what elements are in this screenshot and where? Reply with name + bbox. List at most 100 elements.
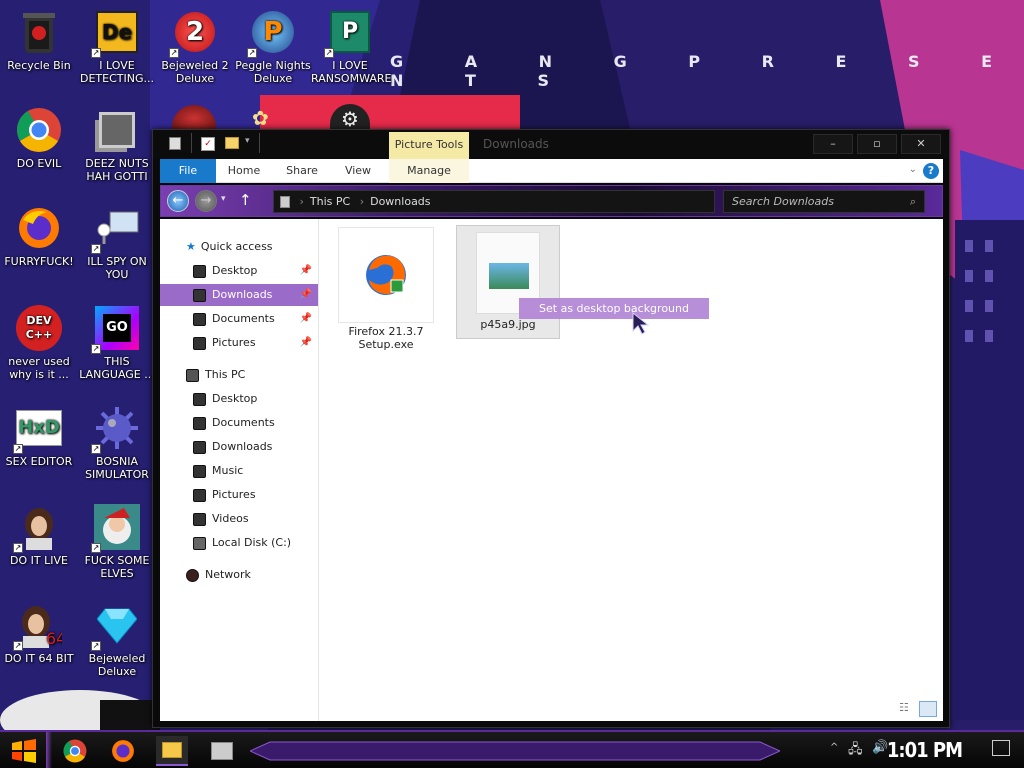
desktop-icon-bosnia[interactable]: ↗ BOSNIA SIMULATOR [78, 404, 156, 481]
close-button[interactable]: ✕ [901, 134, 941, 154]
clock[interactable]: 1:01 PM [887, 738, 963, 762]
properties-icon[interactable]: ✓ [201, 137, 215, 151]
network-tray-icon[interactable]: 🖧 [848, 740, 863, 762]
tab-manage[interactable]: Manage [389, 159, 469, 183]
nav-pc-documents[interactable]: Documents [193, 412, 275, 434]
nav-quick-access[interactable]: ★ Quick access [186, 236, 316, 258]
new-folder-icon[interactable] [225, 137, 239, 149]
desktop-icon-64bit[interactable]: 64 ↗ DO IT 64 BIT [0, 601, 78, 665]
nav-pc-local-disk[interactable]: Local Disk (C:) [193, 532, 291, 554]
remote-desktop-icon [97, 211, 139, 244]
start-icon [12, 739, 36, 763]
details-view-icon[interactable]: ☷ [899, 701, 915, 715]
desktop-icon-label: SEX EDITOR [5, 455, 73, 468]
up-arrow-icon[interactable]: ↑ [239, 191, 252, 209]
photos-icon [211, 742, 233, 760]
taskbar-file-explorer[interactable] [156, 736, 188, 766]
pin-icon: 📌 [299, 313, 312, 324]
start-button[interactable] [8, 736, 40, 766]
desktop-icon-recycle-bin[interactable]: Recycle Bin [0, 8, 78, 72]
taskbar-firefox[interactable] [107, 736, 139, 766]
star-icon: ★ [186, 240, 196, 253]
nav-pc-videos[interactable]: Videos [193, 508, 249, 530]
desktop-icon-deez-nuts[interactable]: DEEZ NUTS HAH GOTTI [78, 106, 156, 183]
breadcrumb-downloads[interactable]: Downloads [370, 195, 430, 208]
desktop-folder-icon [193, 392, 206, 406]
desktop-icon-peggle[interactable]: P ↗ Peggle Nights Deluxe [234, 8, 312, 85]
nav-label: Desktop [212, 264, 258, 277]
nav-network[interactable]: Network [186, 564, 251, 586]
file-item-selected[interactable]: p45a9.jpg [456, 225, 560, 339]
taskbar-photos[interactable] [206, 736, 238, 766]
search-input[interactable]: Search Downloads ⌕ [723, 190, 925, 213]
desktop-icon-bejeweled[interactable]: ↗ Bejeweled Deluxe [78, 601, 156, 678]
show-hidden-icons[interactable]: ^ [830, 742, 838, 753]
desktop-icon-bejeweled-2[interactable]: 2 ↗ Bejeweled 2 Deluxe [156, 8, 234, 85]
breadcrumb-separator: › [359, 195, 365, 208]
nav-qa-desktop[interactable]: Desktop 📌 [160, 260, 318, 282]
expand-ribbon-icon[interactable]: ⌄ [909, 164, 917, 175]
maximize-button[interactable]: ▫ [857, 134, 897, 154]
desktop-icon-ransomware[interactable]: P ↗ I LOVE RANSOMWARE [311, 8, 391, 85]
quick-access-dropdown-icon[interactable]: ▾ [245, 136, 250, 146]
taskbar-decoration [250, 741, 780, 761]
help-icon[interactable]: ? [923, 163, 939, 179]
content-area: ★ Quick access Desktop 📌 Downloads 📌 Docume… [160, 219, 943, 721]
navigation-pane: ★ Quick access Desktop 📌 Downloads 📌 Docume… [160, 219, 319, 721]
notifications-icon[interactable] [992, 740, 1010, 756]
forward-button[interactable]: → [195, 190, 217, 212]
desktop-icon-label: ILL SPY ON YOU [87, 255, 147, 281]
desktop-icon-go[interactable]: GO ↗ THIS LANGUAGE ... [78, 304, 156, 381]
svg-text:64: 64 [46, 629, 62, 648]
set-desktop-background-menu-item[interactable]: Set as desktop background [519, 298, 709, 319]
desktop-icon-furryfuck[interactable]: FURRYFUCK! [0, 204, 78, 268]
desktop-icon-label: Bejeweled Deluxe [88, 652, 146, 678]
desktop-icon-detecting[interactable]: De ↗ I LOVE DETECTING... [78, 8, 156, 85]
nav-label: Music [212, 464, 244, 477]
nav-pc-desktop[interactable]: Desktop [193, 388, 257, 410]
search-icon: ⌕ [909, 195, 916, 208]
nav-qa-documents[interactable]: Documents 📌 [160, 308, 318, 330]
taskbar-chrome[interactable] [59, 736, 91, 766]
pictures-folder-icon [193, 336, 206, 350]
recent-locations-icon[interactable]: ▾ [221, 194, 226, 204]
nav-this-pc[interactable]: This PC [186, 364, 316, 386]
back-button[interactable]: ← [167, 190, 189, 212]
nav-pc-pictures[interactable]: Pictures [193, 484, 256, 506]
tab-share[interactable]: Share [278, 159, 326, 183]
chrome-icon [17, 108, 61, 152]
publisher-icon: P [330, 11, 370, 53]
file-item[interactable]: Firefox 21.3.7 Setup.exe [338, 227, 434, 351]
nav-label: Desktop [212, 392, 258, 405]
pictures-folder-icon [193, 488, 206, 502]
firefox-icon [19, 208, 59, 248]
explorer-icon [169, 137, 181, 150]
desktop-icon-do-it-live[interactable]: ↗ DO IT LIVE [0, 503, 78, 567]
volume-icon[interactable]: 🔊 [872, 740, 888, 755]
desktop-icon-label: never used why is it ... [8, 355, 70, 381]
nav-label: Videos [212, 512, 249, 525]
nav-label: Quick access [200, 240, 273, 253]
nav-pc-music[interactable]: Music [193, 460, 243, 482]
nav-qa-downloads[interactable]: Downloads 📌 [160, 284, 318, 306]
minimize-button[interactable]: – [813, 134, 853, 154]
tab-view[interactable]: View [336, 159, 380, 183]
folder-icon [162, 742, 182, 758]
bejeweled-2-icon: 2 [175, 12, 215, 52]
desktop-icon-devcpp[interactable]: DEV C++ never used why is it ... [0, 304, 78, 381]
computer-icon [186, 368, 199, 382]
desktop-icon-elves[interactable]: ↗ FUCK SOME ELVES [78, 503, 156, 580]
tab-file[interactable]: File [160, 159, 216, 183]
nav-pc-downloads[interactable]: Downloads [193, 436, 272, 458]
tab-home[interactable]: Home [222, 159, 266, 183]
shortcut-arrow-icon: ↗ [13, 543, 23, 553]
desktop-icon-label: FUCK SOME ELVES [84, 554, 150, 580]
desktop-icon-sex-editor[interactable]: HxD ↗ SEX EDITOR [0, 404, 78, 468]
breadcrumb-this-pc[interactable]: This PC [310, 195, 350, 208]
window-title: Downloads [483, 137, 549, 151]
nav-qa-pictures[interactable]: Pictures 📌 [160, 332, 318, 354]
large-icons-view-icon[interactable] [919, 701, 937, 717]
desktop-icon-spy[interactable]: ↗ ILL SPY ON YOU [78, 204, 156, 281]
address-bar[interactable]: › This PC › Downloads [273, 190, 715, 213]
desktop-icon-do-evil[interactable]: DO EVIL [0, 106, 78, 170]
